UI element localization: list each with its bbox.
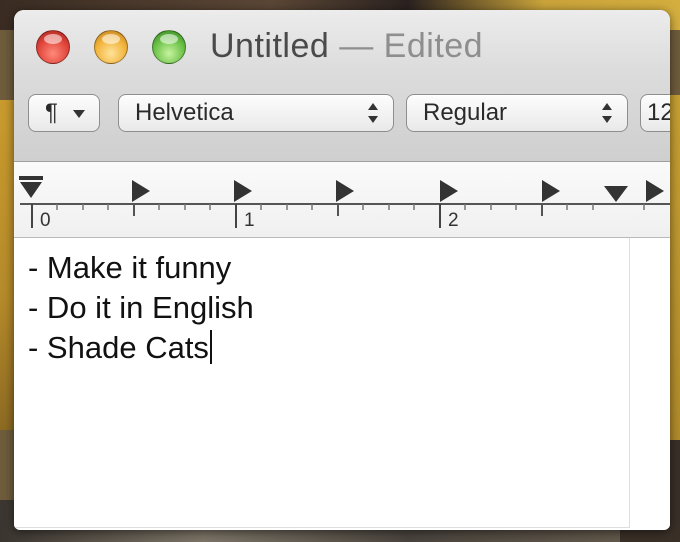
edited-status: — Edited (339, 27, 484, 65)
text-line-content: - Shade Cats (28, 330, 209, 365)
font-size-field[interactable]: 12 (640, 94, 670, 132)
font-style-value: Regular (423, 99, 508, 126)
text-line[interactable]: - Do it in English (28, 288, 254, 328)
font-family-value: Helvetica (135, 99, 234, 126)
zoom-button-icon[interactable] (152, 30, 186, 64)
tab-stop-icon[interactable] (540, 162, 564, 206)
paragraph-styles-button[interactable]: ¶ (28, 94, 100, 132)
tab-stop-icon[interactable] (334, 162, 358, 206)
ruler-label: 1 (244, 210, 255, 231)
title-bar: Untitled — Edited ¶ Helvetica Regular 12 (14, 10, 670, 162)
document-text-area[interactable]: - Make it funny - Do it in English - Sha… (14, 238, 630, 528)
text-line-content: - Do it in English (28, 290, 254, 325)
paragraph-icon: ¶ (45, 99, 58, 126)
font-style-popup[interactable]: Regular (406, 94, 628, 132)
window-title: Untitled — Edited (210, 24, 483, 68)
ruler-label: 2 (448, 210, 459, 231)
ruler-label: 0 (40, 210, 51, 231)
textedit-window: Untitled — Edited ¶ Helvetica Regular 12 (14, 10, 670, 530)
tab-stop-icon[interactable] (644, 162, 670, 206)
indent-marker-icon[interactable] (14, 162, 54, 212)
tab-stop-icon[interactable] (438, 162, 462, 206)
close-button-icon[interactable] (36, 30, 70, 64)
up-down-stepper-icon (601, 102, 613, 124)
tab-stop-icon[interactable] (232, 162, 256, 206)
chevron-down-icon (73, 110, 85, 118)
scroll-gutter (630, 238, 670, 528)
tab-stop-icon[interactable] (130, 162, 154, 206)
up-down-stepper-icon (367, 102, 379, 124)
right-margin-marker-icon[interactable] (602, 162, 632, 206)
text-line[interactable]: - Make it funny (28, 248, 231, 288)
minimize-button-icon[interactable] (94, 30, 128, 64)
text-line-content: - Make it funny (28, 250, 232, 285)
text-line[interactable]: - Shade Cats (28, 328, 212, 368)
font-size-value: 12 (647, 99, 670, 126)
font-family-popup[interactable]: Helvetica (118, 94, 394, 132)
document-name: Untitled (210, 27, 330, 65)
ruler[interactable]: 0 1 2 (14, 162, 670, 238)
text-cursor (209, 330, 212, 364)
